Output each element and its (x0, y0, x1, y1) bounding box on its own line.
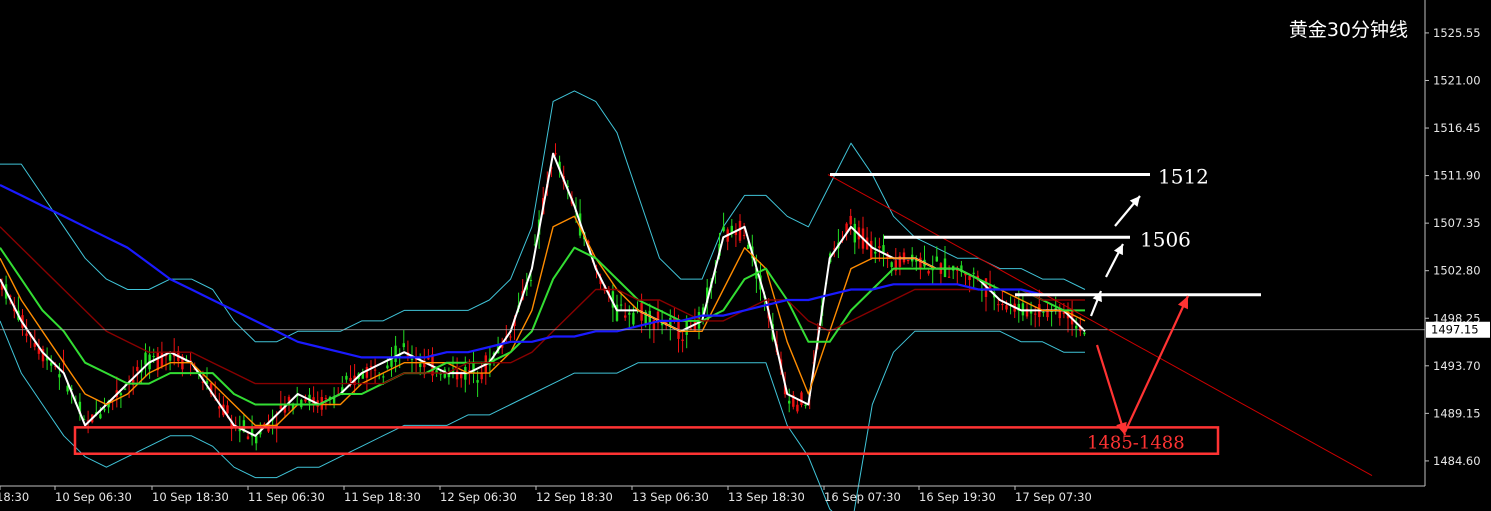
y-tick-label: 1507.35 (1433, 216, 1481, 230)
y-tick-label: 1516.45 (1433, 121, 1481, 135)
y-tick-label: 1493.70 (1433, 359, 1481, 373)
candle-body (410, 358, 414, 360)
candle-body (382, 376, 385, 378)
candle-body (935, 256, 938, 262)
candle-body (123, 388, 127, 390)
x-tick-label: 16 Sep 07:30 (824, 490, 901, 504)
candle-body (927, 271, 930, 274)
candle-body (144, 352, 147, 365)
candle-body (890, 262, 893, 268)
candle-body (1058, 310, 1061, 319)
candle-body (509, 336, 512, 338)
candle-body (788, 400, 791, 404)
candle-body (103, 409, 106, 411)
support-zone-label: 1485-1488 (1087, 432, 1185, 453)
candle-body (849, 215, 852, 225)
candle-body (1005, 305, 1008, 310)
x-tick-label: 10 Sep 18:30 (152, 490, 229, 504)
x-tick-label: 16 Sep 19:30 (919, 490, 996, 504)
candle-body (369, 365, 373, 367)
candle-body (968, 276, 971, 281)
candle-body (480, 373, 483, 380)
candle-body (730, 225, 733, 233)
x-tick-label: 12 Sep 18:30 (536, 490, 613, 504)
y-tick-label: 1511.90 (1433, 169, 1481, 183)
x-tick-label: 10 Sep 06:30 (55, 490, 132, 504)
candle-body (324, 397, 328, 399)
candle-body (25, 333, 28, 336)
candle-body (722, 226, 725, 232)
candle-body (152, 356, 155, 358)
candle-body (476, 380, 479, 383)
candle-body (419, 363, 422, 367)
x-tick-label: 11 Sep 18:30 (344, 490, 421, 504)
chart-background (0, 0, 1491, 511)
candle-body (972, 272, 975, 274)
candle-body (427, 357, 430, 360)
candle-body (997, 304, 1000, 306)
candle-body (882, 245, 885, 253)
x-tick-label: 13 Sep 18:30 (728, 490, 805, 504)
candle-body (1034, 313, 1037, 315)
y-tick-label: 1502.80 (1433, 264, 1481, 278)
candle-body (742, 234, 746, 236)
candle-body (632, 312, 635, 325)
candle-body (1021, 303, 1025, 316)
candle-body (529, 280, 533, 282)
candle-body (455, 370, 459, 380)
candle-body (1083, 332, 1086, 335)
chart-title: 黄金30分钟线 (1289, 19, 1408, 41)
resistance-label: 1512 (1158, 165, 1209, 189)
x-tick-label: 12 Sep 06:30 (440, 490, 517, 504)
candle-body (304, 399, 307, 402)
candle-body (738, 220, 742, 241)
candle-body (874, 251, 877, 254)
candle-body (804, 404, 807, 406)
y-tick-label: 1525.55 (1433, 26, 1481, 40)
candle-body (906, 259, 910, 262)
candle-body (681, 339, 684, 342)
candle-body (226, 405, 229, 414)
candle-body (947, 276, 951, 278)
candle-body (402, 343, 405, 348)
y-tick-label: 1484.60 (1433, 454, 1481, 468)
candle-body (628, 312, 631, 315)
gold-30min-chart[interactable]: 1512 1506 1485-1488 1525.55 1521.00 1516.45 1… (0, 0, 1491, 511)
candle-body (168, 354, 172, 361)
candle-body (119, 393, 123, 396)
resistance-label: 1506 (1140, 227, 1191, 251)
candle-body (1042, 311, 1045, 313)
candle-body (919, 257, 922, 269)
candle-body (800, 392, 803, 405)
candle-body (870, 240, 873, 259)
x-tick-label: 13 Sep 06:30 (632, 490, 709, 504)
candle-body (1075, 325, 1078, 329)
candle-body (160, 351, 164, 367)
y-tick-label: 1489.15 (1433, 406, 1481, 420)
candle-body (554, 153, 557, 155)
x-tick-label: 18:30 (0, 490, 29, 504)
candle-body (394, 345, 397, 362)
candle-body (619, 304, 623, 306)
candle-body (373, 369, 377, 371)
candle-body (365, 367, 369, 378)
candle-body (349, 377, 352, 382)
candle-body (878, 246, 881, 249)
current-price-label: 1497.15 (1431, 323, 1479, 337)
candle-body (386, 365, 389, 369)
candle-body (136, 366, 139, 371)
candle-body (345, 375, 348, 380)
candle-body (853, 223, 856, 243)
candle-body (58, 374, 61, 378)
candle-body (156, 352, 159, 371)
x-tick-label: 11 Sep 06:30 (248, 490, 325, 504)
candle-body (796, 404, 799, 412)
candle-body (246, 436, 250, 439)
candle-body (1001, 303, 1004, 305)
y-tick-label: 1521.00 (1433, 73, 1481, 87)
x-tick-label: 17 Sep 07:30 (1015, 490, 1092, 504)
candle-body (99, 414, 102, 419)
candle-body (624, 315, 627, 318)
